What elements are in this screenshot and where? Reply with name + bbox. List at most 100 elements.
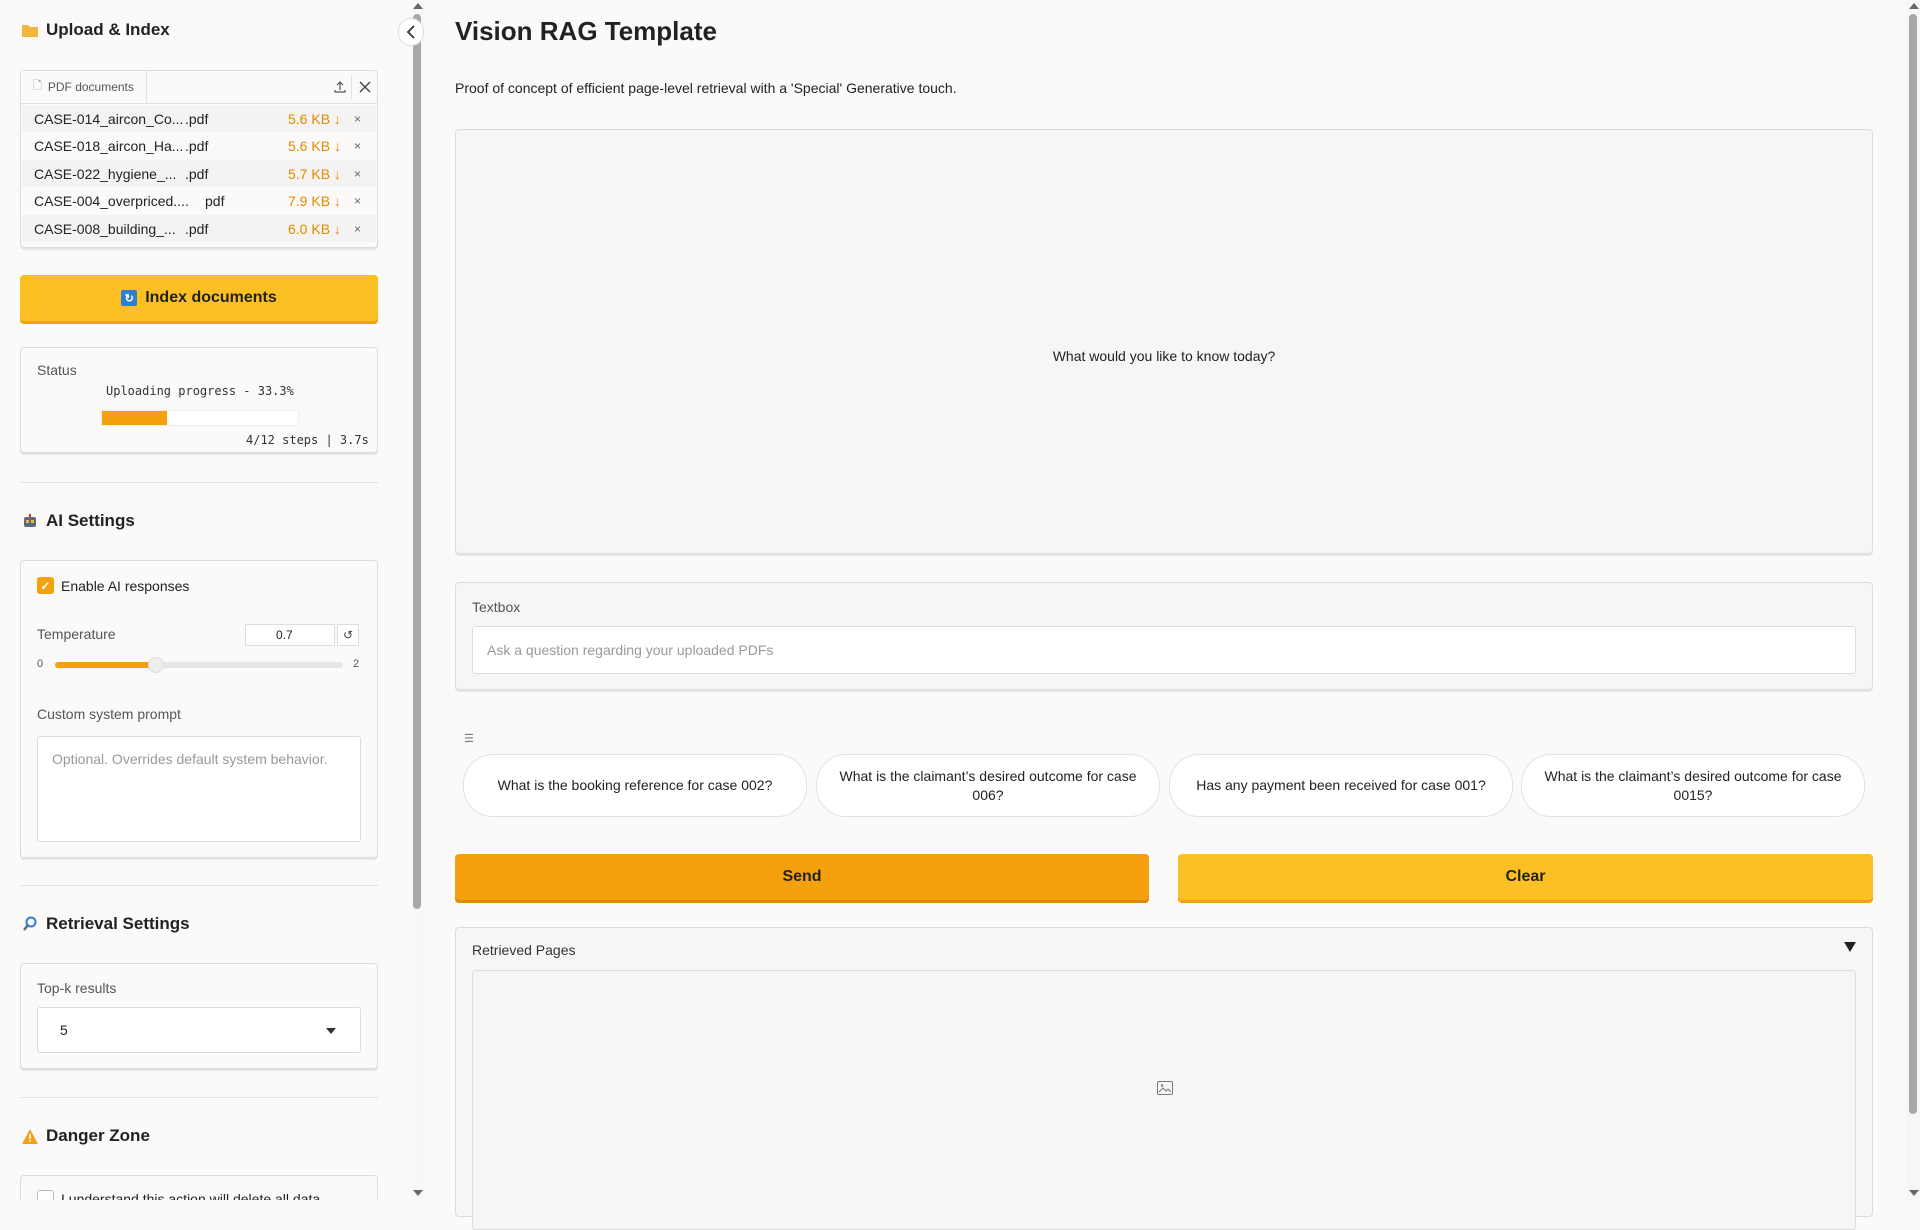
file-tab-label: PDF documents <box>47 79 134 94</box>
scroll-up-arrow-icon[interactable] <box>1909 3 1919 9</box>
examples-list-icon: ☰ <box>464 733 474 745</box>
system-prompt-input[interactable]: Optional. Overrides default system behav… <box>37 736 361 842</box>
retrieval-settings-title: Retrieval Settings <box>22 914 190 934</box>
remove-file-icon[interactable]: × <box>354 167 361 181</box>
progress-bar <box>101 410 299 426</box>
sidebar-scroll-thumb[interactable] <box>413 14 421 909</box>
system-prompt-label: Custom system prompt <box>37 706 181 722</box>
folder-icon <box>22 22 38 38</box>
scroll-down-arrow-icon[interactable] <box>1909 1190 1919 1196</box>
file-size-download[interactable]: 6.0 KB ↓ <box>288 221 341 237</box>
divider <box>20 885 378 886</box>
image-placeholder-icon <box>1157 1081 1173 1095</box>
progress-steps: 4/12 steps | 3.7s <box>246 433 369 447</box>
retrieved-pages-gallery <box>472 970 1856 1230</box>
retrieval-settings-text: Retrieval Settings <box>46 914 190 933</box>
chevron-left-icon <box>406 25 415 39</box>
ai-settings-panel: ✓ Enable AI responses Temperature 0.7 ↺ … <box>20 560 378 858</box>
page-scrollbar[interactable] <box>1906 0 1920 1200</box>
ai-settings-text: AI Settings <box>46 511 135 530</box>
file-ext: .pdf <box>185 165 209 182</box>
retrieved-pages-panel: Retrieved Pages <box>455 927 1873 1230</box>
textbox-panel: Textbox Ask a question regarding your up… <box>455 582 1873 690</box>
file-size-download[interactable]: 5.6 KB ↓ <box>288 111 341 127</box>
question-placeholder: Ask a question regarding your uploaded P… <box>487 642 774 658</box>
upload-section-title: Upload & Index <box>22 20 170 40</box>
file-name: CASE-014_aircon_Co... <box>34 110 184 127</box>
remove-file-icon[interactable]: × <box>354 222 361 236</box>
file-row[interactable]: CASE-008_building_... .pdf 6.0 KB ↓ × <box>22 215 376 242</box>
collapse-caret-icon[interactable] <box>1844 942 1856 952</box>
progress-text: Uploading progress - 33.3% <box>106 384 294 398</box>
delete-confirm-label: I understand this action will delete all… <box>61 1191 321 1200</box>
send-button[interactable]: Send <box>455 854 1149 900</box>
example-question[interactable]: What is the booking reference for case 0… <box>463 754 807 817</box>
example-text: What is the booking reference for case 0… <box>497 777 773 793</box>
page-title: Vision RAG Template <box>455 16 717 46</box>
example-text: What is the claimant’s desired outcome f… <box>839 767 1137 803</box>
page-scroll-thumb[interactable] <box>1909 14 1917 1114</box>
file-tab: 🗋 PDF documents <box>21 71 147 103</box>
status-label: Status <box>37 362 77 378</box>
send-label: Send <box>782 868 822 885</box>
file-size-download[interactable]: 7.9 KB ↓ <box>288 193 341 209</box>
file-ext: .pdf <box>185 137 209 154</box>
temperature-max: 2 <box>353 658 360 670</box>
clear-button[interactable]: Clear <box>1178 854 1873 900</box>
remove-file-icon[interactable]: × <box>354 194 361 208</box>
index-button-label: Index documents <box>145 289 277 306</box>
textbox-label: Textbox <box>472 599 521 615</box>
temperature-slider[interactable] <box>55 657 343 673</box>
danger-zone-text: Danger Zone <box>46 1126 150 1145</box>
example-question[interactable]: What is the claimant’s desired outcome f… <box>1521 754 1865 817</box>
enable-ai-label: Enable AI responses <box>61 578 190 594</box>
reset-temperature-icon[interactable]: ↺ <box>337 624 359 646</box>
file-upload-panel[interactable]: 🗋 PDF documents CASE-014_aircon_Co... .p… <box>20 70 378 248</box>
slider-thumb[interactable] <box>147 657 164 673</box>
scroll-up-arrow-icon[interactable] <box>413 3 423 9</box>
progress-fill <box>102 411 168 425</box>
retrieved-pages-label: Retrieved Pages <box>472 942 576 958</box>
danger-zone-title: Danger Zone <box>22 1126 150 1146</box>
ai-settings-title: AI Settings <box>22 511 135 531</box>
refresh-icon: ↻ <box>121 290 138 306</box>
file-name: CASE-022_hygiene_... <box>34 165 177 182</box>
file-ext: .pdf <box>185 110 209 127</box>
remove-file-icon[interactable]: × <box>354 112 361 126</box>
scroll-down-arrow-icon[interactable] <box>413 1190 423 1196</box>
remove-file-icon[interactable]: × <box>354 139 361 153</box>
example-question[interactable]: Has any payment been received for case 0… <box>1169 754 1513 817</box>
retrieval-settings-panel: Top-k results 5 <box>20 963 378 1069</box>
example-text: What is the claimant’s desired outcome f… <box>1544 767 1842 803</box>
divider <box>20 1097 378 1098</box>
question-input[interactable]: Ask a question regarding your uploaded P… <box>472 626 1856 674</box>
chatbot-area: What would you like to know today? <box>455 129 1873 554</box>
warning-icon <box>22 1128 38 1144</box>
file-row[interactable]: CASE-022_hygiene_... .pdf 5.7 KB ↓ × <box>22 160 376 187</box>
sidebar: Upload & Index 🗋 PDF documents CASE-014_… <box>0 0 398 1200</box>
page-description: Proof of concept of efficient page-level… <box>455 80 957 96</box>
upload-icon[interactable] <box>327 75 353 99</box>
temperature-value: 0.7 <box>276 628 293 642</box>
file-icon: 🗋 <box>33 80 42 92</box>
chevron-down-icon <box>326 1028 336 1034</box>
sidebar-scrollbar[interactable] <box>410 0 424 1200</box>
file-size-download[interactable]: 5.7 KB ↓ <box>288 166 341 182</box>
collapse-sidebar-button[interactable] <box>398 18 424 46</box>
system-prompt-placeholder: Optional. Overrides default system behav… <box>52 751 328 767</box>
file-size-download[interactable]: 5.6 KB ↓ <box>288 138 341 154</box>
file-row[interactable]: CASE-014_aircon_Co... .pdf 5.6 KB ↓ × <box>22 105 376 132</box>
delete-confirm-checkbox[interactable] <box>37 1190 54 1200</box>
clear-files-icon[interactable] <box>351 75 377 99</box>
enable-ai-checkbox[interactable]: ✓ <box>37 577 54 594</box>
example-question[interactable]: What is the claimant’s desired outcome f… <box>816 754 1160 817</box>
file-row[interactable]: CASE-004_overpriced.... pdf 7.9 KB ↓ × <box>22 187 376 214</box>
status-panel: Status Uploading progress - 33.3% 4/12 s… <box>20 347 378 453</box>
topk-select[interactable]: 5 <box>37 1007 361 1053</box>
file-row[interactable]: CASE-018_aircon_Ha... .pdf 5.6 KB ↓ × <box>22 132 376 159</box>
index-documents-button[interactable]: ↻ Index documents <box>20 275 378 321</box>
temperature-input[interactable]: 0.7 <box>245 624 335 646</box>
temperature-min: 0 <box>37 658 44 670</box>
danger-zone-panel: I understand this action will delete all… <box>20 1175 378 1200</box>
upload-title-text: Upload & Index <box>46 20 170 39</box>
